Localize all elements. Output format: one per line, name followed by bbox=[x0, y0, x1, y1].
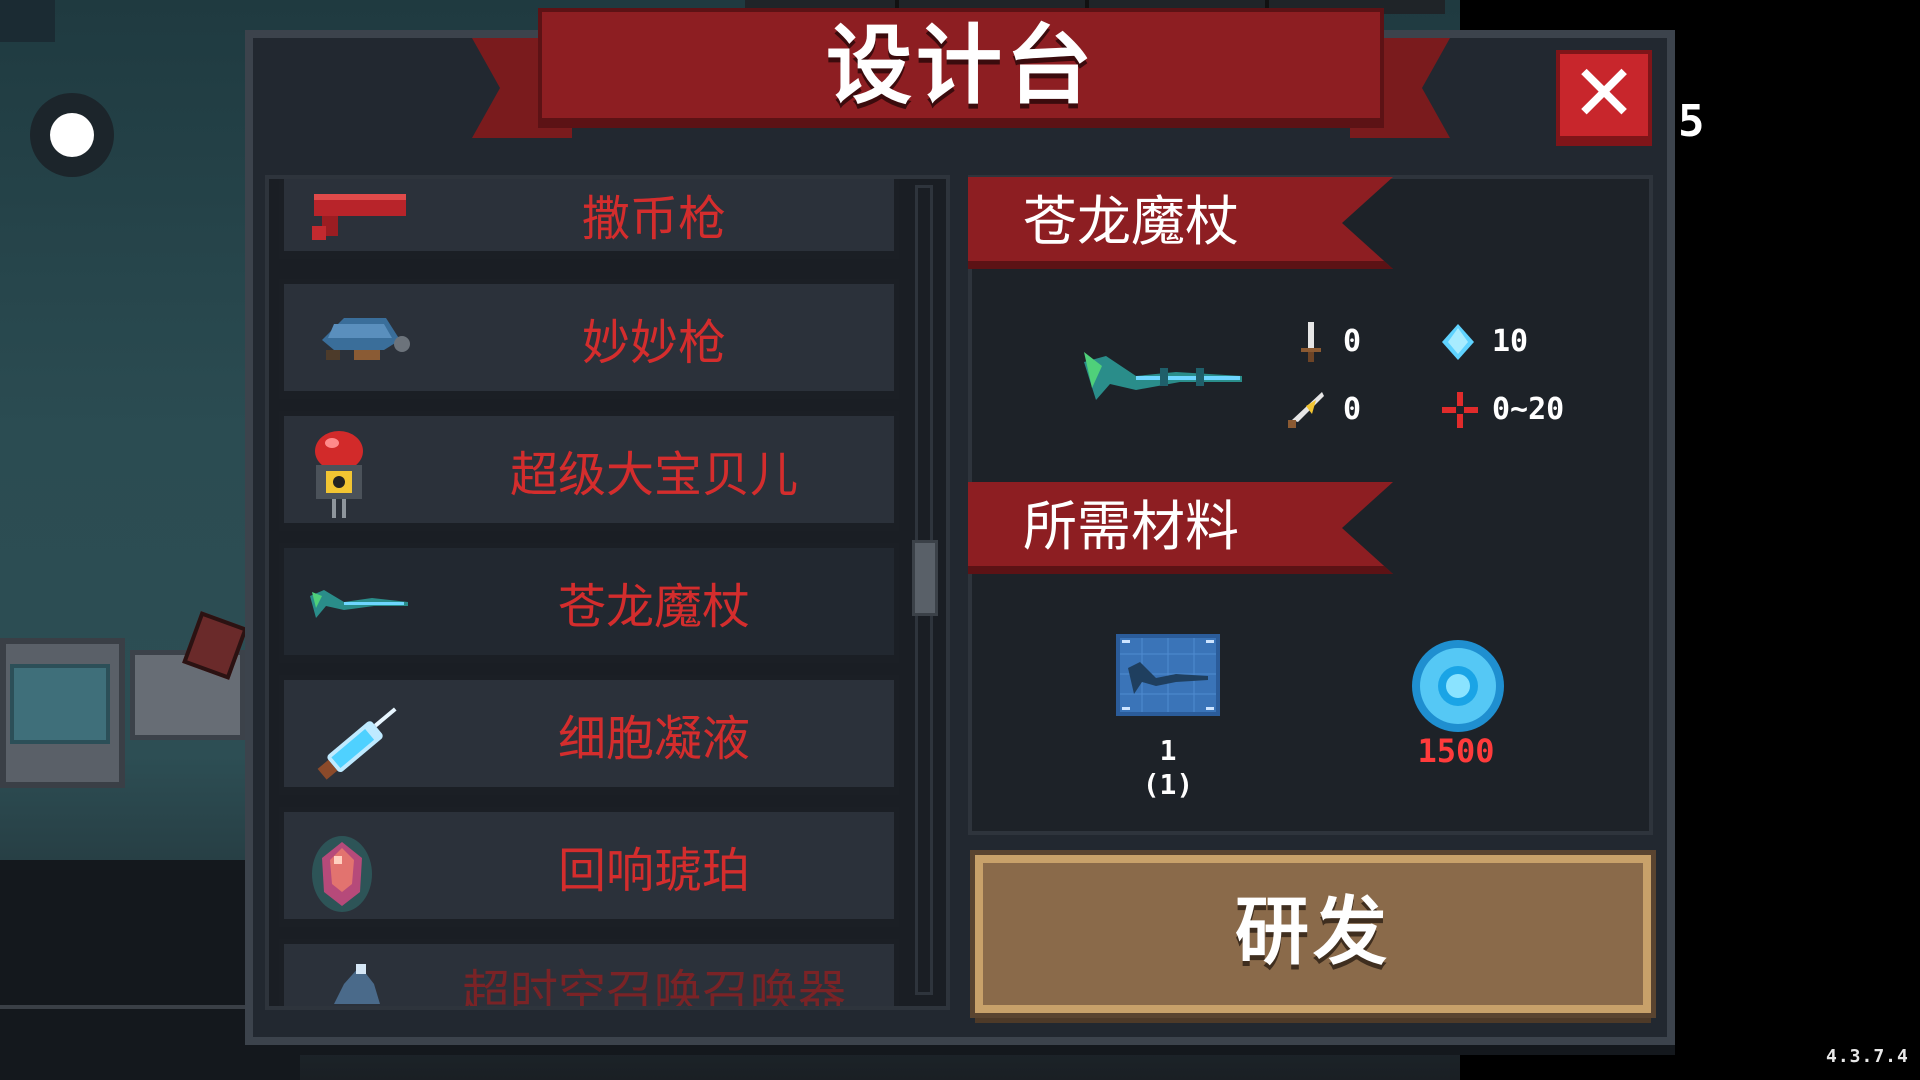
nuke-bomb-icon bbox=[315, 431, 363, 518]
close-icon: ✕ bbox=[1571, 49, 1637, 139]
materials-title: 所需材料 bbox=[1023, 495, 1239, 558]
summoner-icon bbox=[334, 964, 380, 1004]
list-item-label: 超时空召唤召唤器 bbox=[461, 964, 846, 1010]
gem-cost: 1500 bbox=[1417, 732, 1495, 770]
energy-crystal-icon bbox=[1442, 324, 1474, 360]
wall-corner bbox=[0, 0, 55, 42]
weapon-list[interactable]: 撒币枪 妙妙枪 超级大宝贝儿 苍龙魔杖 细胞凝液 回响琥珀 超时空召唤召唤器 bbox=[265, 175, 950, 1010]
list-item-turtle-gun[interactable]: 妙妙枪 bbox=[279, 279, 899, 399]
list-item-echo-amber[interactable]: 回响琥珀 bbox=[279, 807, 899, 927]
list-item-label: 撒币枪 bbox=[581, 191, 726, 247]
crit-knife-icon bbox=[1288, 392, 1324, 428]
list-item-coin-gun[interactable]: 撒币枪 bbox=[279, 179, 899, 259]
materials-tag: 所需材料 bbox=[968, 482, 1393, 574]
blueprint-icon bbox=[1116, 634, 1220, 716]
blueprint-count: 1 bbox=[1159, 734, 1177, 767]
blue-gem-coin-icon bbox=[1412, 640, 1504, 732]
crit-value: 0 bbox=[1343, 392, 1362, 427]
list-item-cell-serum[interactable]: 细胞凝液 bbox=[279, 675, 899, 795]
damage-value: 0 bbox=[1343, 324, 1362, 359]
blueprint-owned: (1) bbox=[1142, 768, 1194, 801]
coin-gun-icon bbox=[312, 194, 406, 240]
spread-value: 0~20 bbox=[1492, 392, 1565, 427]
sword-icon bbox=[1301, 322, 1321, 362]
develop-label: 研发 bbox=[1235, 889, 1391, 975]
version-label: 4.3.7.4 bbox=[1826, 1046, 1909, 1067]
list-item-label: 细胞凝液 bbox=[557, 710, 750, 767]
list-item-summoner[interactable]: 超时空召唤召唤器 bbox=[279, 939, 899, 1006]
list-item-label: 苍龙魔杖 bbox=[557, 578, 750, 635]
energy-value: 10 bbox=[1492, 324, 1529, 359]
dialog-title-banner: 设计台 bbox=[538, 8, 1384, 128]
window-glass bbox=[10, 664, 110, 744]
item-name-tag: 苍龙魔杖 bbox=[968, 177, 1393, 269]
window-prop bbox=[0, 638, 125, 788]
list-item-label: 回响琥珀 bbox=[557, 842, 750, 899]
syringe-icon bbox=[317, 707, 397, 780]
list-item-super-baby[interactable]: 超级大宝贝儿 bbox=[279, 411, 899, 531]
close-button[interactable]: ✕ bbox=[1556, 50, 1652, 146]
amber-gem-icon bbox=[312, 836, 372, 912]
dragon-staff-preview-icon bbox=[1084, 352, 1242, 400]
item-name: 苍龙魔杖 bbox=[1023, 190, 1239, 253]
turtle-gun-icon bbox=[322, 318, 410, 360]
develop-button[interactable]: 研发 bbox=[970, 850, 1656, 1018]
joystick-knob[interactable] bbox=[50, 113, 94, 157]
list-item-label: 超级大宝贝儿 bbox=[509, 446, 798, 503]
list-scroll-thumb[interactable] bbox=[912, 540, 938, 616]
list-item-dragon-staff[interactable]: 苍龙魔杖 bbox=[279, 543, 899, 663]
dragon-staff-icon bbox=[310, 590, 408, 618]
dialog-title: 设计台 bbox=[826, 16, 1096, 116]
hud-side-digit: 5 bbox=[1678, 96, 1705, 147]
crosshair-icon bbox=[1442, 392, 1478, 428]
list-item-label: 妙妙枪 bbox=[581, 314, 726, 371]
